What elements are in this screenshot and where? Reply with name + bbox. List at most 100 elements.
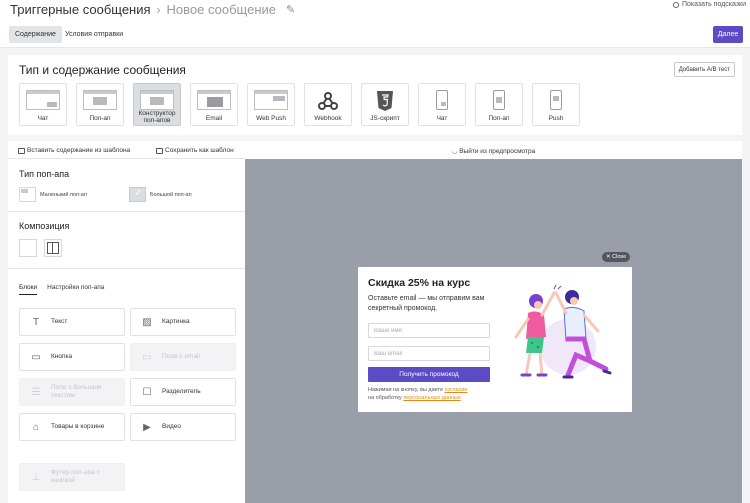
desktop-popup-icon	[83, 90, 117, 110]
webhook-icon	[318, 92, 338, 110]
next-button[interactable]: Далее	[713, 26, 743, 43]
block-label: Поле с email	[162, 353, 200, 360]
message-type-panel: Тип и содержание сообщения Добавить A/B …	[8, 55, 742, 135]
block-cart-items[interactable]: ⌂ Товары в корзине	[19, 413, 125, 441]
edit-pencil-icon[interactable]: ✎	[286, 3, 295, 16]
message-type-title: Тип и содержание сообщения	[19, 63, 186, 77]
popup-type-big[interactable]: ✓ Большой поп-ап	[129, 187, 192, 202]
insert-template-link[interactable]: Вставить содержание из шаблона	[18, 147, 130, 154]
card-popup-builder[interactable]: Конструктор поп-апов	[133, 83, 181, 126]
cart-icon: ⌂	[32, 421, 40, 433]
popup-type-small[interactable]: Маленький поп-ап	[19, 187, 87, 202]
popup-small-label: Маленький поп-ап	[40, 191, 87, 198]
card-label: JS-скрипт	[370, 115, 400, 122]
card-label: Конструктор поп-апов	[138, 110, 176, 124]
popup-consent-note: Нажимая на кнопку, вы даете согласие на …	[368, 386, 498, 402]
divider	[8, 268, 245, 269]
save-template-icon	[156, 147, 163, 154]
small-popup-icon	[19, 187, 36, 202]
block-label: Футер поп-апа с кнопкой	[51, 469, 100, 484]
text-icon: T	[32, 316, 40, 328]
tab-blocks[interactable]: Блоки	[19, 284, 37, 291]
mobile-popup-icon	[493, 90, 505, 110]
insert-template-label: Вставить содержание из шаблона	[27, 147, 131, 154]
popup-close-button[interactable]: ✕ Close	[602, 252, 631, 262]
composition-title: Композиция	[19, 221, 70, 231]
card-label: Webhook	[314, 115, 342, 122]
breadcrumb-root[interactable]: Триггерные сообщения	[10, 2, 151, 17]
card-label: Чат	[436, 115, 448, 122]
template-icon	[18, 147, 25, 154]
block-button[interactable]: ▭ Кнопка	[19, 343, 125, 371]
tabs-bar: Содержание Условия отправки Далее	[0, 22, 750, 48]
top-bar: Триггерные сообщения › Новое сообщение ✎…	[0, 0, 750, 22]
template-actions: Вставить содержание из шаблона Сохранить…	[8, 141, 245, 159]
personal-data-link[interactable]: персональных данных	[403, 395, 460, 401]
popup-email-input[interactable]	[368, 346, 490, 361]
popup-description: Оставьте email — мы отправим вам секретн…	[368, 295, 485, 312]
consent-link[interactable]: согласие	[445, 387, 468, 393]
consent-text: Нажимая на кнопку, вы даете	[368, 387, 444, 393]
desktop-chat-icon	[26, 90, 60, 110]
composition-two-columns-icon[interactable]	[44, 239, 62, 257]
lightbulb-icon	[672, 1, 679, 8]
mobile-push-icon	[550, 90, 562, 110]
card-label: Push	[548, 115, 564, 122]
card-web-push[interactable]: Web Push	[247, 83, 295, 126]
card-mobile-popup[interactable]: Поп-ап	[475, 83, 523, 126]
card-label: Web Push	[256, 115, 286, 122]
card-mobile-chat[interactable]: Чат	[418, 83, 466, 126]
breadcrumb: Триггерные сообщения › Новое сообщение ✎	[10, 2, 295, 17]
popup-name-input[interactable]	[368, 323, 490, 338]
card-label: Поп-ап	[89, 115, 111, 122]
popup-builder-icon	[140, 90, 174, 110]
tab-send-conditions[interactable]: Условия отправки	[59, 26, 129, 43]
video-icon: ▶	[143, 421, 151, 433]
block-video[interactable]: ▶ Видео	[130, 413, 236, 441]
high-five-illustration	[514, 284, 612, 379]
add-ab-test-button[interactable]: Добавить A/B тест	[673, 62, 735, 77]
blocks-tabs: Блоки Настройки поп-апа	[19, 284, 104, 291]
block-label: Кнопка	[51, 353, 73, 360]
block-label: Поле с большим текстом	[51, 384, 102, 399]
composition-single-icon[interactable]	[19, 239, 37, 257]
popup-title: Скидка 25% на курс	[368, 277, 471, 289]
tab-popup-settings[interactable]: Настройки поп-апа	[47, 284, 104, 291]
card-label: Поп-ап	[488, 115, 510, 122]
block-text[interactable]: T Текст	[19, 308, 125, 336]
email-icon	[197, 90, 231, 110]
block-footer-with-button: ⊥ Футер поп-апа с кнопкой	[19, 463, 125, 491]
footer-icon: ⊥	[31, 471, 41, 483]
html5-icon	[377, 91, 393, 111]
block-divider[interactable]: ☐ Разделитель	[130, 378, 236, 406]
message-type-cards: Чат Поп-ап Конструктор поп-апов Email We…	[19, 83, 580, 126]
show-hints-label: Показать подсказки	[681, 1, 746, 8]
show-hints-link[interactable]: Показать подсказки	[672, 1, 746, 8]
active-tab-underline	[19, 294, 37, 295]
divider-icon: ☐	[142, 386, 152, 398]
breadcrumb-separator-icon: ›	[156, 2, 161, 17]
block-label: Текст	[51, 318, 68, 325]
button-icon: ▭	[31, 351, 41, 363]
card-desktop-popup[interactable]: Поп-ап	[76, 83, 124, 126]
mobile-chat-icon	[436, 90, 448, 110]
save-template-link[interactable]: Сохранить как шаблон	[156, 147, 234, 154]
exit-preview-bar[interactable]: ◡ Выйти из предпросмотра	[245, 141, 742, 159]
card-mobile-push[interactable]: Push	[532, 83, 580, 126]
tab-content[interactable]: Содержание	[9, 26, 62, 43]
card-email[interactable]: Email	[190, 83, 238, 126]
block-label: Видео	[162, 423, 181, 430]
popup-big-label: Большой поп-ап	[150, 191, 192, 198]
block-email-field: ▭ Поле с email	[130, 343, 236, 371]
card-webhook[interactable]: Webhook	[304, 83, 352, 126]
card-desktop-chat[interactable]: Чат	[19, 83, 67, 126]
card-js-script[interactable]: JS-скрипт	[361, 83, 409, 126]
block-image[interactable]: ▨ Картинка	[130, 308, 236, 336]
card-label: Чат	[37, 115, 49, 122]
block-big-text-field: ☰ Поле с большим текстом	[19, 378, 125, 406]
exit-preview-label: Выйти из предпросмотра	[459, 148, 536, 155]
preview-canvas: ✕ Close Скидка 25% на курс Оставьте emai…	[245, 159, 742, 503]
get-promocode-button[interactable]: Получить промокод	[368, 367, 490, 382]
image-icon: ▨	[142, 316, 152, 328]
card-label: Email	[205, 115, 223, 122]
